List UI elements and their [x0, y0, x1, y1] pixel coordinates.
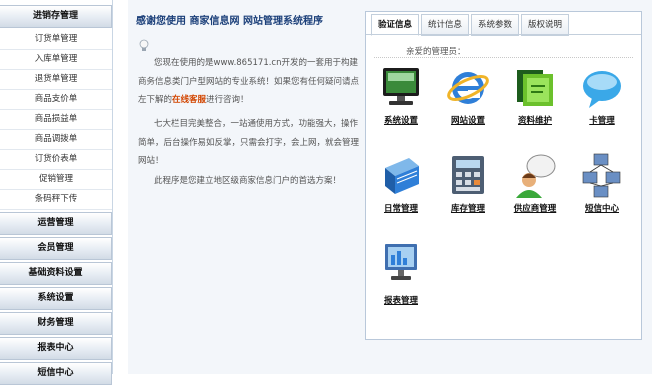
sidebar-item-return[interactable]: 退货单管理 [0, 70, 112, 90]
app-data-maintenance[interactable]: 资料维护 [503, 64, 567, 126]
monitor-icon [383, 68, 419, 105]
sidebar-item-promotion[interactable]: 促销管理 [0, 170, 112, 190]
app-label: 日常管理 [383, 204, 418, 214]
inventory-submenu: 订货单管理 入库单管理 退货单管理 商品支价单 商品损益单 商品调拨单 订货价表… [0, 30, 112, 210]
app-website-settings[interactable]: 网站设置 [436, 64, 500, 126]
app-label: 短信中心 [584, 204, 619, 214]
app-system-settings[interactable]: 系统设置 [369, 64, 433, 126]
sidebar-section-operations[interactable]: 运营管理 [0, 212, 112, 235]
lightbulb-icon [139, 39, 149, 51]
app-card-management[interactable]: 卡管理 [570, 64, 634, 126]
sidebar-item-transfer[interactable]: 商品调拨单 [0, 130, 112, 150]
app-report-management[interactable]: 报表管理 [369, 240, 433, 306]
tab-system-params[interactable]: 系统参数 [471, 14, 519, 36]
sidebar-item-barcode-scale[interactable]: 条码秤下传 [0, 190, 112, 210]
sidebar: 进销存管理 订货单管理 入库单管理 退货单管理 商品支价单 商品损益单 商品调拨… [0, 0, 113, 385]
app-label: 卡管理 [589, 116, 615, 126]
green-folder-icon [517, 70, 553, 106]
admin-panel: 验证信息 统计信息 系统参数 版权说明 亲爱的管理员： 系统设置 网站设置 资料… [365, 11, 642, 340]
greeting: 亲爱的管理员： [406, 47, 466, 57]
divider [374, 57, 633, 58]
app-label: 系统设置 [383, 116, 418, 126]
sidebar-item-loss[interactable]: 商品损益单 [0, 110, 112, 130]
user-bubble-icon [516, 154, 556, 198]
app-label: 资料维护 [517, 116, 552, 126]
app-label: 供应商管理 [513, 204, 557, 214]
app-inventory-management[interactable]: 库存管理 [436, 152, 500, 214]
tab-statistics[interactable]: 统计信息 [421, 14, 469, 36]
calculator-icon [452, 156, 484, 194]
intro-paragraph-1: 您现在使用的是www.865171.cn开发的一套用于构建商务信息类门户型网站的… [138, 54, 360, 110]
sidebar-section-system[interactable]: 系统设置 [0, 287, 112, 310]
intro-paragraph-3: 此程序是您建立地区级商家信息门户的首选方案！ [154, 176, 342, 186]
sidebar-section-inventory[interactable]: 进销存管理 [0, 5, 112, 28]
app-daily-management[interactable]: 日常管理 [369, 152, 433, 214]
intro-text-end: 进行咨询！ [206, 95, 249, 106]
app-sms-center[interactable]: 短信中心 [570, 152, 634, 214]
sidebar-item-order-price[interactable]: 订货价表单 [0, 150, 112, 170]
sidebar-section-basic-data[interactable]: 基础资料设置 [0, 262, 112, 285]
tab-divider [366, 34, 641, 35]
intro-paragraph-2: 七大栏目完美整合，一站通使用方式，功能强大，操作简单，后台操作易如反掌，只需会打… [138, 119, 360, 167]
sidebar-item-order[interactable]: 订货单管理 [0, 30, 112, 50]
ie-browser-icon [447, 72, 489, 104]
main-content: 感谢您使用 商家信息网 网站管理系统程序 您现在使用的是www.865171.c… [128, 0, 652, 374]
sidebar-section-members[interactable]: 会员管理 [0, 237, 112, 260]
page-title: 感谢您使用 商家信息网 网站管理系统程序 [136, 16, 323, 27]
sidebar-item-price[interactable]: 商品支价单 [0, 90, 112, 110]
app-label: 网站设置 [450, 116, 485, 126]
sidebar-section-reports[interactable]: 报表中心 [0, 337, 112, 360]
app-label: 报表管理 [383, 296, 418, 306]
online-support-link[interactable]: 在线客服 [172, 95, 206, 105]
tab-verify-info[interactable]: 验证信息 [371, 14, 419, 36]
app-supplier-management[interactable]: 供应商管理 [503, 152, 567, 214]
network-computers-icon [582, 153, 621, 198]
report-monitor-icon [385, 244, 417, 280]
sidebar-item-stock-in[interactable]: 入库单管理 [0, 50, 112, 70]
sidebar-section-finance[interactable]: 财务管理 [0, 312, 112, 335]
tab-copyright[interactable]: 版权说明 [521, 14, 569, 36]
blue-book-icon [385, 158, 419, 194]
chat-bubble-icon [583, 71, 621, 108]
app-label: 库存管理 [450, 204, 485, 214]
